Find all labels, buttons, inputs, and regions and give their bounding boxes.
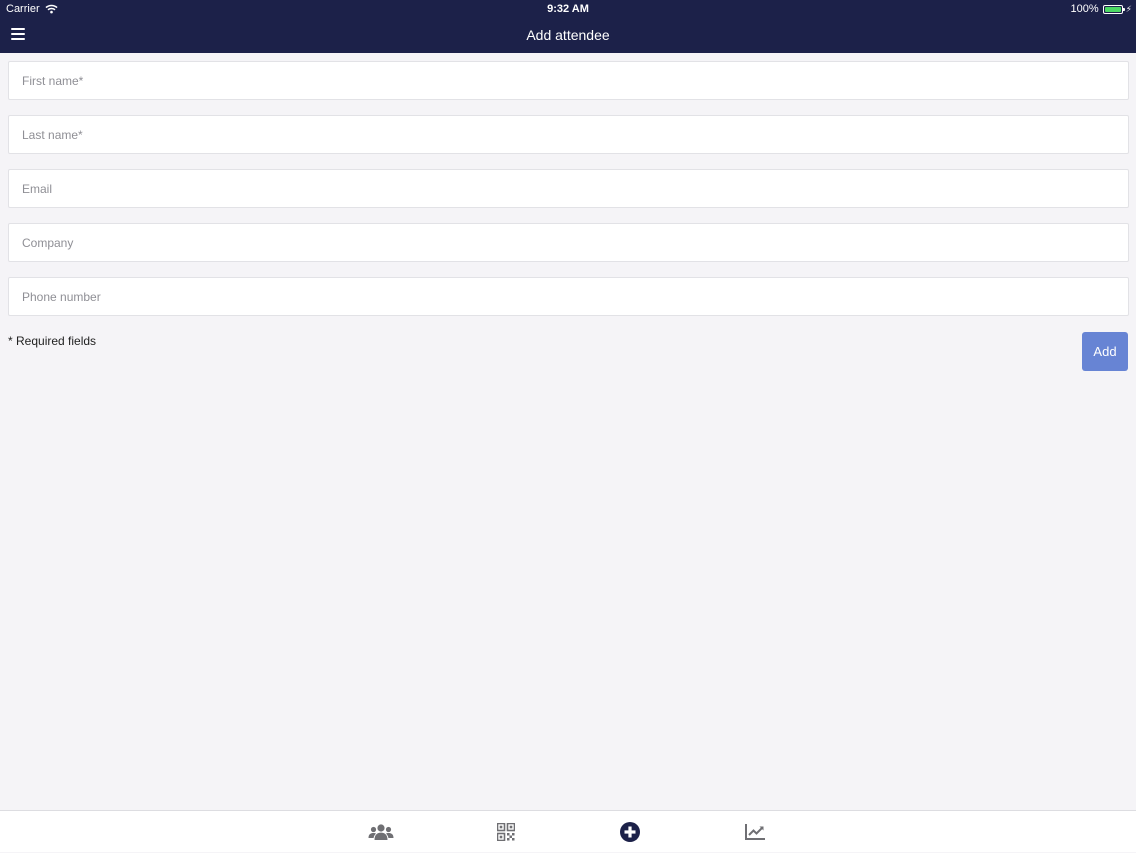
status-bar: Carrier 9:32 AM 100% ⚡ <box>0 0 1136 18</box>
battery-icon <box>1102 4 1125 14</box>
company-field[interactable] <box>8 223 1129 262</box>
status-right: 100% ⚡ <box>1071 3 1132 15</box>
add-attendee-form <box>8 61 1129 331</box>
add-button[interactable]: Add <box>1082 332 1128 371</box>
top-bar: Carrier 9:32 AM 100% ⚡ Add attendee <box>0 0 1136 53</box>
email-field[interactable] <box>8 169 1129 208</box>
tab-scan[interactable] <box>486 811 526 853</box>
tab-bar <box>0 810 1136 852</box>
status-time: 9:32 AM <box>547 3 589 15</box>
battery-percent: 100% <box>1070 3 1099 15</box>
tab-add-attendee[interactable] <box>610 811 650 853</box>
tab-statistics[interactable] <box>735 811 775 853</box>
qr-code-icon <box>497 823 515 841</box>
attendees-group-icon <box>368 824 394 840</box>
add-circle-icon <box>620 822 640 842</box>
stats-chart-icon <box>745 824 765 840</box>
first-name-field[interactable] <box>8 61 1129 100</box>
charging-bolt-icon: ⚡ <box>1125 3 1132 14</box>
tab-attendees[interactable] <box>361 811 401 853</box>
required-fields-note: * Required fields <box>8 334 97 348</box>
phone-number-field[interactable] <box>8 277 1129 316</box>
last-name-field[interactable] <box>8 115 1129 154</box>
page-title: Add attendee <box>526 27 610 43</box>
